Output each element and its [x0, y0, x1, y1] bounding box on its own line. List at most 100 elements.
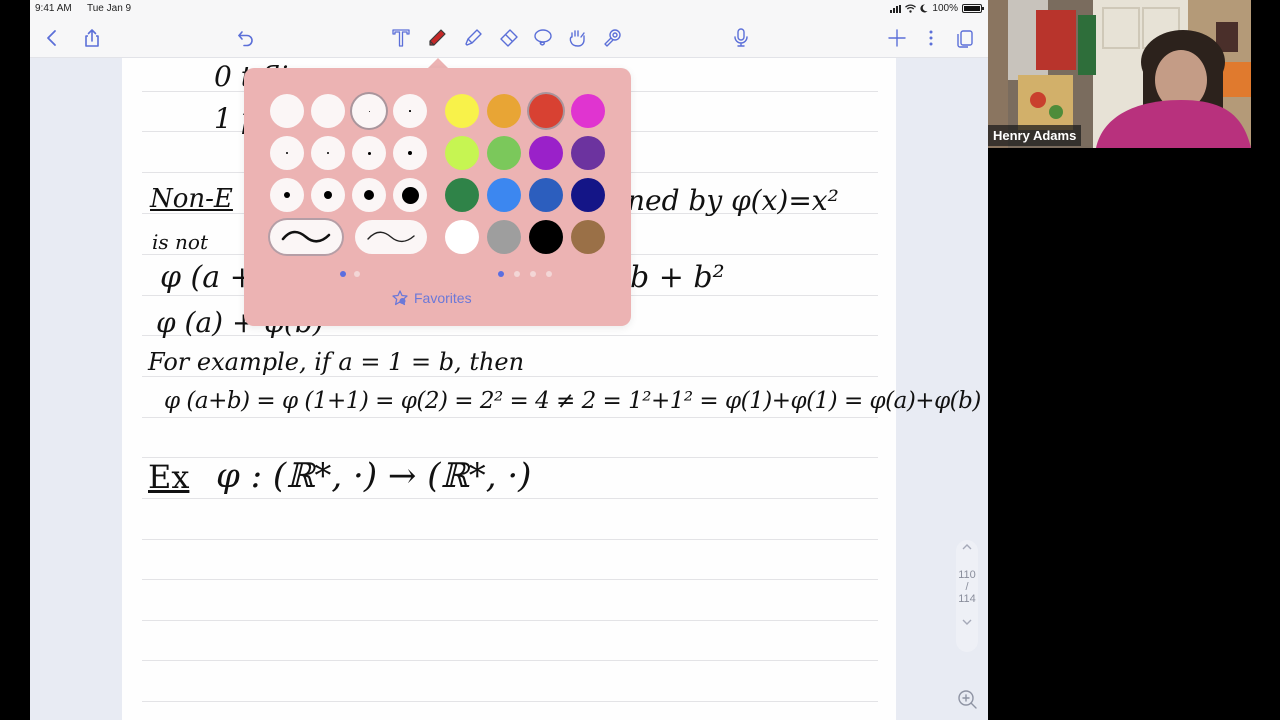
handwriting-computation: φ (a+b) = φ (1+1) = φ(2) = 2² = 4 ≠ 2 = …: [164, 388, 981, 414]
pen-size-size-5[interactable]: [270, 136, 304, 170]
color-swatch[interactable]: [529, 136, 563, 170]
pen-size-size-11[interactable]: [352, 178, 386, 212]
moon-icon: [920, 4, 928, 13]
screen: 9:41 AM Tue Jan 9 100% 0 1 Non-E ned by …: [0, 0, 1280, 720]
battery-percent: 100%: [932, 3, 958, 14]
next-page-button[interactable]: [956, 617, 978, 630]
battery-level: [964, 6, 980, 11]
toolbar: [30, 18, 988, 58]
stroke-style-fountain-pen[interactable]: [270, 220, 342, 254]
chevron-up-icon: [962, 544, 972, 550]
chevron-left-icon: [47, 30, 56, 46]
pen-size-size-8[interactable]: [393, 136, 427, 170]
participant-video-tile[interactable]: Henry Adams: [988, 0, 1251, 148]
size-page-dot[interactable]: [340, 271, 346, 277]
color-swatch[interactable]: [487, 94, 521, 128]
eraser-icon: [500, 29, 518, 47]
status-bar: 9:41 AM Tue Jan 9 100%: [30, 0, 988, 18]
rule-line: [142, 376, 878, 377]
microphone-button[interactable]: [727, 24, 755, 52]
pen-size-size-7[interactable]: [352, 136, 386, 170]
pen-size-dot-icon: [409, 110, 411, 112]
plus-icon: [888, 29, 906, 47]
stroke-style-ballpoint-pen[interactable]: [355, 220, 427, 254]
pen-size-dot-icon: [367, 151, 371, 155]
pen-tool[interactable]: [423, 24, 451, 52]
hand-pointer-icon: [569, 30, 585, 47]
pen-size-dot-icon: [364, 190, 374, 200]
hand-tool[interactable]: [563, 24, 591, 52]
color-swatch[interactable]: [487, 136, 521, 170]
pen-options-popover: Favorites: [244, 68, 631, 326]
color-swatch[interactable]: [571, 178, 605, 212]
current-page-number: 110: [958, 569, 976, 581]
highlighter-icon: [465, 29, 482, 46]
battery-icon: [962, 4, 984, 13]
text-tool[interactable]: [387, 24, 415, 52]
color-page-dot[interactable]: [514, 271, 520, 277]
rule-line: [142, 539, 878, 540]
pages-icon: [957, 30, 973, 48]
pen-size-dot-icon: [286, 152, 288, 154]
handwriting-ex-map: φ : (ℝ*, ·) → (ℝ*, ·): [216, 456, 532, 496]
status-date: Tue Jan 9: [87, 3, 132, 14]
handwriting-for-example: For example, if a = 1 = b, then: [148, 348, 525, 376]
pen-size-size-2[interactable]: [311, 94, 345, 128]
text-icon: [392, 29, 410, 47]
color-page-dot[interactable]: [530, 271, 536, 277]
color-swatch[interactable]: [571, 136, 605, 170]
color-swatch[interactable]: [445, 136, 479, 170]
lasso-icon: [534, 29, 552, 46]
favorites-star-icon: [392, 290, 408, 306]
pen-size-size-4[interactable]: [393, 94, 427, 128]
color-swatch[interactable]: [487, 220, 521, 254]
back-button[interactable]: [38, 24, 66, 52]
handwriting-non-example: Non-E: [150, 184, 233, 214]
color-swatch[interactable]: [445, 178, 479, 212]
color-swatch[interactable]: [529, 220, 563, 254]
eraser-tool[interactable]: [494, 24, 522, 52]
share-button[interactable]: [78, 24, 106, 52]
pen-size-size-3[interactable]: [352, 94, 386, 128]
undo-icon: [238, 31, 253, 47]
pages-button[interactable]: [951, 24, 979, 52]
add-page-button[interactable]: [883, 24, 911, 52]
highlighter-tool[interactable]: [459, 24, 487, 52]
color-swatch[interactable]: [529, 94, 563, 128]
color-swatch[interactable]: [487, 178, 521, 212]
color-swatch[interactable]: [445, 94, 479, 128]
rule-line: [142, 701, 878, 702]
laser-pointer-tool[interactable]: [598, 24, 626, 52]
handwriting-non-example-tail: ned by φ(x)=x²: [627, 184, 839, 217]
pen-size-size-1[interactable]: [270, 94, 304, 128]
color-page-dot[interactable]: [498, 271, 504, 277]
page-separator: /: [965, 581, 969, 593]
handwriting-is-not: is not: [152, 230, 208, 254]
lasso-tool[interactable]: [529, 24, 557, 52]
more-button[interactable]: [917, 24, 945, 52]
rule-line: [142, 620, 878, 621]
favorites-button[interactable]: Favorites: [392, 290, 472, 306]
pen-size-size-12[interactable]: [393, 178, 427, 212]
zoom-button[interactable]: [956, 688, 978, 710]
undo-button[interactable]: [232, 24, 260, 52]
color-swatch[interactable]: [445, 220, 479, 254]
microphone-icon: [734, 28, 748, 47]
color-swatch[interactable]: [571, 220, 605, 254]
size-page-dot[interactable]: [354, 271, 360, 277]
pen-size-size-10[interactable]: [311, 178, 345, 212]
color-page-dot[interactable]: [546, 271, 552, 277]
wifi-icon: [905, 4, 917, 13]
rule-line: [142, 660, 878, 661]
status-time: 9:41 AM: [35, 3, 72, 14]
status-indicators: 100%: [890, 3, 984, 14]
total-page-count: 114: [958, 593, 976, 605]
color-swatch[interactable]: [529, 178, 563, 212]
pen-size-dot-icon: [284, 192, 290, 198]
color-swatch[interactable]: [571, 94, 605, 128]
pen-icon: [429, 29, 446, 46]
previous-page-button[interactable]: [956, 542, 978, 555]
pen-size-size-6[interactable]: [311, 136, 345, 170]
pen-size-size-9[interactable]: [270, 178, 304, 212]
pen-size-dot-icon: [324, 191, 332, 199]
